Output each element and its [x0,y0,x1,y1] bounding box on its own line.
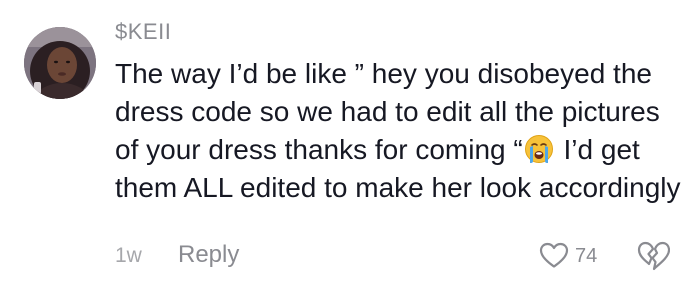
comment-text: The way I’d be like ” hey you disobeyed … [115,55,685,207]
comment: $KEII The way I’d be like ” hey you diso… [0,0,700,288]
comment-meta: 1w Reply 74 [115,239,685,273]
reply-button[interactable]: Reply [178,241,239,269]
loudly-crying-face-icon [524,134,554,164]
username[interactable]: $KEII [115,19,171,45]
timestamp: 1w [115,244,142,267]
broken-heart-icon [637,241,671,271]
like-count: 74 [575,245,598,267]
dislike-button[interactable] [636,239,671,273]
user-avatar-image [24,27,96,99]
heart-icon [539,242,569,268]
avatar[interactable] [24,27,96,99]
